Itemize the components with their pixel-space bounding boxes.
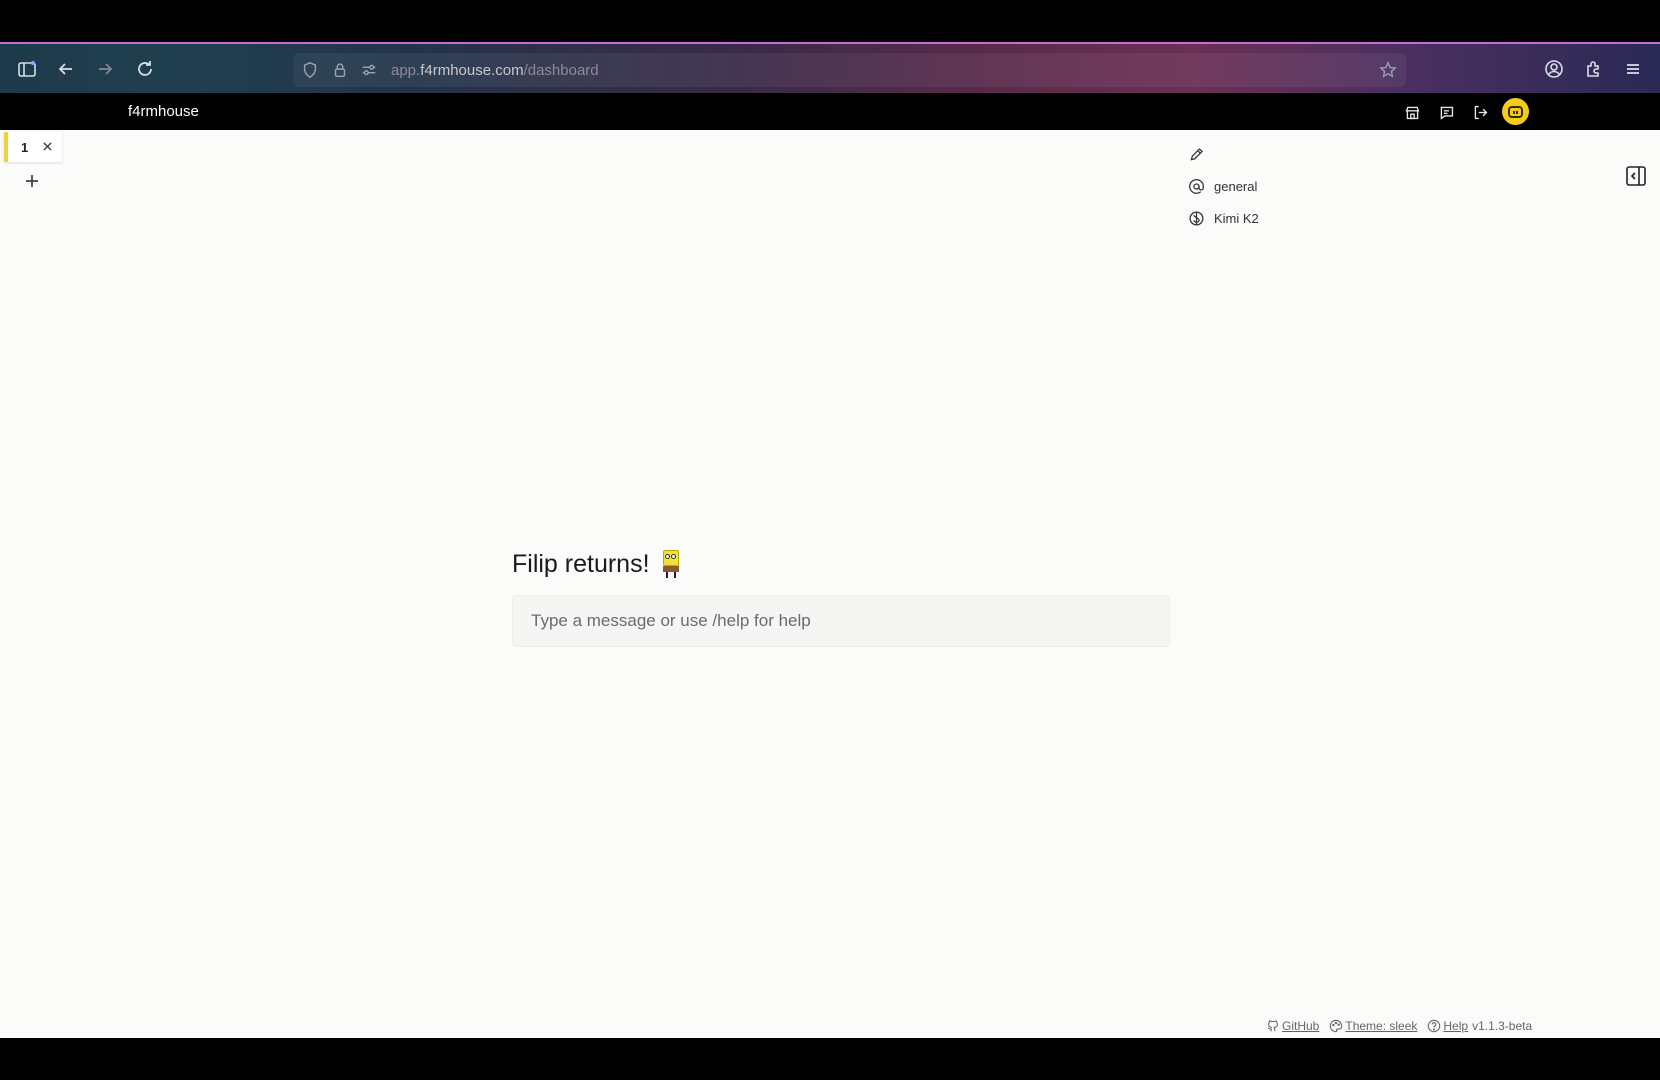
browser-toolbar: app.f4rmhouse.com/dashboard — [0, 42, 1660, 93]
permissions-icon[interactable] — [359, 60, 379, 80]
theme-label: Theme: sleek — [1345, 1019, 1418, 1033]
sidebar-toggle-icon[interactable] — [13, 55, 41, 83]
welcome-title: Filip returns! — [512, 549, 650, 578]
footer: GitHub Theme: sleek Help v1.1.3-beta — [1266, 1019, 1532, 1033]
avatar-face-icon — [1508, 105, 1523, 118]
url-path: /dashboard — [523, 62, 599, 79]
tab-1[interactable]: 1 — [4, 132, 62, 162]
help-label: Help — [1443, 1019, 1469, 1033]
bookmark-star-icon[interactable] — [1378, 60, 1398, 80]
help-link[interactable]: Help — [1427, 1019, 1468, 1033]
github-label: GitHub — [1282, 1019, 1320, 1033]
theme-link[interactable]: Theme: sleek — [1329, 1019, 1417, 1033]
spongebob-gif-icon — [658, 548, 684, 580]
letterbox-top — [0, 0, 1660, 42]
account-icon[interactable] — [1540, 55, 1568, 83]
letterbox-bottom — [0, 1038, 1660, 1080]
version-label: v1.1.3-beta — [1472, 1019, 1533, 1033]
palette-icon — [1330, 1019, 1343, 1033]
pencil-icon[interactable] — [1186, 144, 1206, 164]
edit-button[interactable] — [1186, 142, 1326, 166]
lock-icon[interactable] — [330, 60, 350, 80]
shield-icon[interactable] — [300, 60, 320, 80]
forward-icon[interactable] — [91, 55, 119, 83]
sidebar-item-label: Kimi K2 — [1214, 210, 1259, 226]
back-icon[interactable] — [52, 55, 80, 83]
menu-icon[interactable] — [1619, 55, 1647, 83]
brand-name[interactable]: f4rmhouse — [128, 103, 199, 120]
at-icon — [1186, 176, 1206, 196]
url-host: f4rmhouse.com — [420, 62, 524, 79]
sidebar-item-model[interactable]: Kimi K2 — [1186, 206, 1326, 230]
plus-icon — [26, 175, 38, 187]
welcome-heading: Filip returns! — [512, 548, 684, 580]
tab-label: 1 — [21, 140, 29, 155]
message-input[interactable] — [513, 596, 1169, 646]
add-tab-button[interactable] — [22, 171, 42, 191]
logout-icon[interactable] — [1469, 101, 1491, 123]
address-bar[interactable]: app.f4rmhouse.com/dashboard — [293, 53, 1406, 87]
help-icon — [1428, 1019, 1441, 1033]
github-link[interactable]: GitHub — [1266, 1019, 1319, 1033]
panel-collapse-icon[interactable] — [1624, 164, 1648, 188]
user-avatar[interactable] — [1502, 98, 1529, 125]
app-header: f4rmhouse — [0, 93, 1660, 130]
reload-icon[interactable] — [131, 55, 159, 83]
sidebar-item-label: general — [1214, 178, 1258, 194]
feedback-icon[interactable] — [1435, 101, 1457, 123]
message-composer[interactable] — [512, 595, 1170, 647]
url-prefix: app. — [391, 62, 421, 79]
model-icon — [1186, 208, 1206, 228]
extensions-icon[interactable] — [1580, 55, 1608, 83]
sidebar-item-general[interactable]: general — [1186, 174, 1326, 198]
github-icon — [1267, 1020, 1278, 1032]
main-area: 1 general Kimi K2 Filip returns! Type a … — [0, 130, 1660, 1038]
store-icon[interactable] — [1401, 101, 1423, 123]
close-icon[interactable] — [39, 138, 55, 154]
url-text[interactable]: app.f4rmhouse.com/dashboard — [391, 62, 599, 79]
